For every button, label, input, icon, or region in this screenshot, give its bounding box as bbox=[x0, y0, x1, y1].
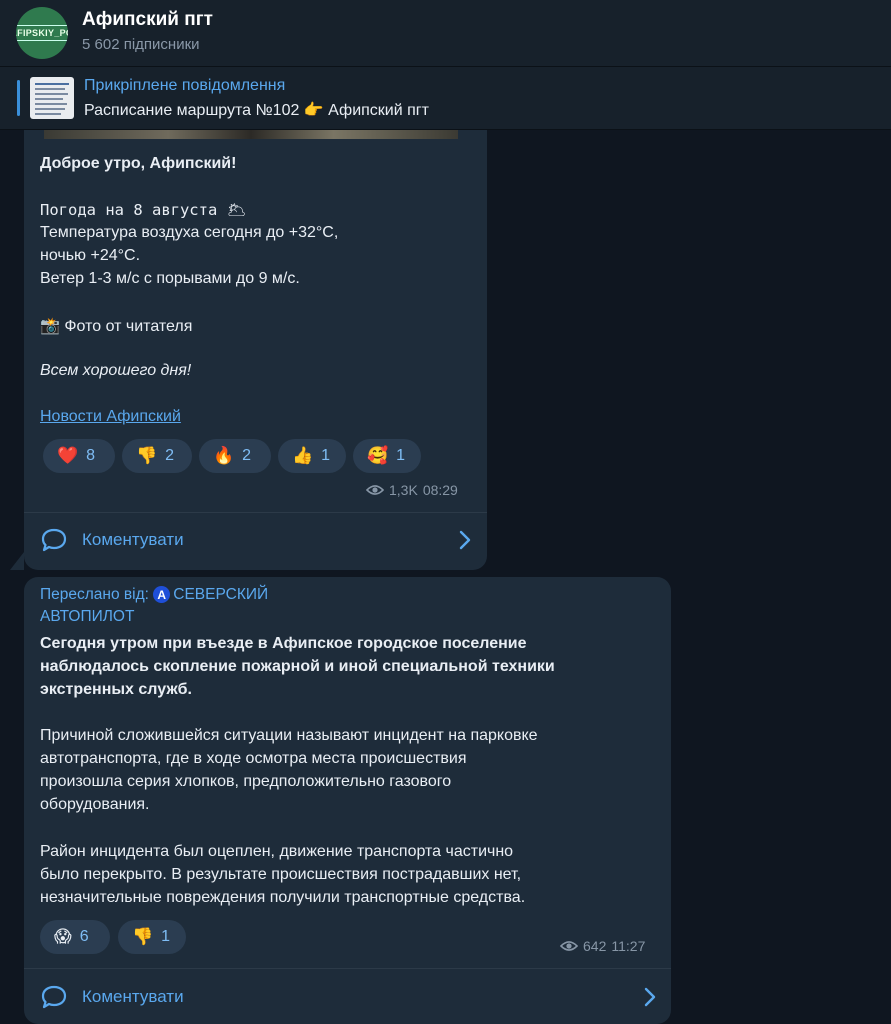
view-count: 642 bbox=[583, 938, 607, 954]
headline-line-3: экстренных служб. bbox=[40, 681, 192, 698]
reaction-thumbs-down[interactable]: 👎 1 bbox=[118, 920, 186, 954]
photo-credit-line: 📸 Фото от читателя bbox=[40, 318, 193, 335]
comment-label: Коментувати bbox=[82, 987, 184, 1006]
eye-icon bbox=[560, 941, 578, 951]
pinned-thumbnail bbox=[30, 77, 74, 119]
post-greeting: Доброе утро, Афипский! bbox=[40, 155, 237, 172]
comment-icon bbox=[41, 985, 67, 1009]
temperature-line-1: Температура воздуха сегодня до +32°C, bbox=[40, 224, 339, 241]
thumbs-down-icon: 👎 bbox=[136, 446, 158, 465]
headline-line-2: наблюдалось скопление пожарной и иной сп… bbox=[40, 658, 555, 675]
reaction-scream[interactable]: 😱 6 bbox=[40, 920, 110, 954]
forward-source-name-2[interactable]: АВТОПИЛОТ bbox=[40, 608, 134, 626]
reaction-count: 8 bbox=[86, 447, 96, 464]
forward-label: Переслано від: bbox=[40, 586, 149, 603]
comment-icon bbox=[41, 528, 67, 552]
pinned-text: Расписание маршрута №102 👉 Афипский пгт bbox=[84, 102, 429, 119]
weather-line: Погода на 8 августа 🌥 bbox=[40, 201, 247, 219]
comment-divider bbox=[24, 968, 671, 969]
avatar-text: #AFIPSKIY_PGT bbox=[16, 25, 68, 41]
fire-icon: 🔥 bbox=[213, 446, 235, 465]
reaction-fire[interactable]: 🔥 2 bbox=[199, 439, 271, 473]
source-logo-icon: A bbox=[153, 586, 171, 604]
reaction-count: 1 bbox=[161, 928, 171, 945]
reaction-count: 1 bbox=[321, 447, 331, 464]
bubble-tail bbox=[10, 552, 24, 570]
reaction-thumbs-up[interactable]: 👍 1 bbox=[278, 439, 346, 473]
view-count: 1,3K bbox=[389, 482, 418, 498]
reaction-count: 2 bbox=[165, 447, 175, 464]
channel-link[interactable]: Новости Афипский bbox=[40, 408, 181, 426]
paragraph-2-line-2: было перекрыто. В результате происшестви… bbox=[40, 866, 522, 883]
forward-header[interactable]: Переслано від: A СЕВЕРСКИЙ bbox=[40, 586, 268, 604]
channel-title: Афипский пгт bbox=[82, 9, 213, 30]
pinned-message-bar[interactable]: Прикріплене повідомлення Расписание марш… bbox=[0, 67, 891, 130]
reaction-count: 6 bbox=[79, 928, 89, 945]
heart-icon: ❤️ bbox=[57, 446, 79, 465]
forward-source-name[interactable]: СЕВЕРСКИЙ bbox=[173, 586, 268, 603]
scream-icon: 😱 bbox=[54, 927, 72, 946]
channel-header[interactable]: #AFIPSKIY_PGT Афипский пгт 5 602 підписн… bbox=[0, 0, 891, 67]
message-bubble-weather bbox=[24, 130, 487, 570]
smiling-hearts-icon: 🥰 bbox=[367, 446, 389, 465]
paragraph-1-line-1: Причиной сложившейся ситуации называют и… bbox=[40, 727, 538, 744]
chevron-right-icon[interactable] bbox=[458, 530, 472, 550]
subscriber-count: 5 602 підписники bbox=[82, 36, 200, 53]
pinned-label: Прикріплене повідомлення bbox=[84, 77, 286, 94]
temperature-line-2: ночью +24°C. bbox=[40, 247, 141, 264]
eye-icon bbox=[366, 485, 384, 495]
paragraph-1-line-4: оборудования. bbox=[40, 796, 150, 813]
reaction-smiling-hearts[interactable]: 🥰 1 bbox=[353, 439, 421, 473]
paragraph-1-line-2: автотранспорта, где в ходе осмотра места… bbox=[40, 750, 467, 767]
message-meta: 1,3K 08:29 bbox=[366, 482, 458, 498]
wind-line: Ветер 1-3 м/с с порывами до 9 м/с. bbox=[40, 270, 300, 287]
post-photo[interactable] bbox=[44, 130, 458, 139]
reaction-count: 2 bbox=[242, 447, 252, 464]
comment-button[interactable]: Коментувати bbox=[40, 527, 184, 553]
comment-button[interactable]: Коментувати bbox=[40, 984, 184, 1010]
message-time: 08:29 bbox=[422, 482, 458, 498]
wish-line: Всем хорошего дня! bbox=[40, 362, 192, 379]
paragraph-1-line-3: произошла серия хлопков, предположительн… bbox=[40, 773, 452, 790]
paragraph-2-line-1: Район инцидента был оцеплен, движение тр… bbox=[40, 843, 514, 860]
message-meta: 642 11:27 bbox=[560, 938, 645, 954]
reaction-thumbs-down[interactable]: 👎 2 bbox=[122, 439, 192, 473]
thumbs-up-icon: 👍 bbox=[292, 446, 314, 465]
comment-label: Коментувати bbox=[82, 530, 184, 549]
headline-line-1: Сегодня утром при въезде в Афипское горо… bbox=[40, 635, 527, 652]
reaction-count: 1 bbox=[396, 447, 406, 464]
reaction-heart[interactable]: ❤️ 8 bbox=[43, 439, 115, 473]
comment-divider bbox=[24, 512, 487, 513]
paragraph-2-line-3: незначительные повреждения получили тран… bbox=[40, 889, 526, 906]
message-time: 11:27 bbox=[611, 938, 646, 954]
pinned-indicator bbox=[17, 80, 20, 116]
chevron-right-icon[interactable] bbox=[643, 987, 657, 1007]
thumbs-down-icon: 👎 bbox=[132, 927, 154, 946]
channel-avatar[interactable]: #AFIPSKIY_PGT bbox=[16, 7, 68, 59]
